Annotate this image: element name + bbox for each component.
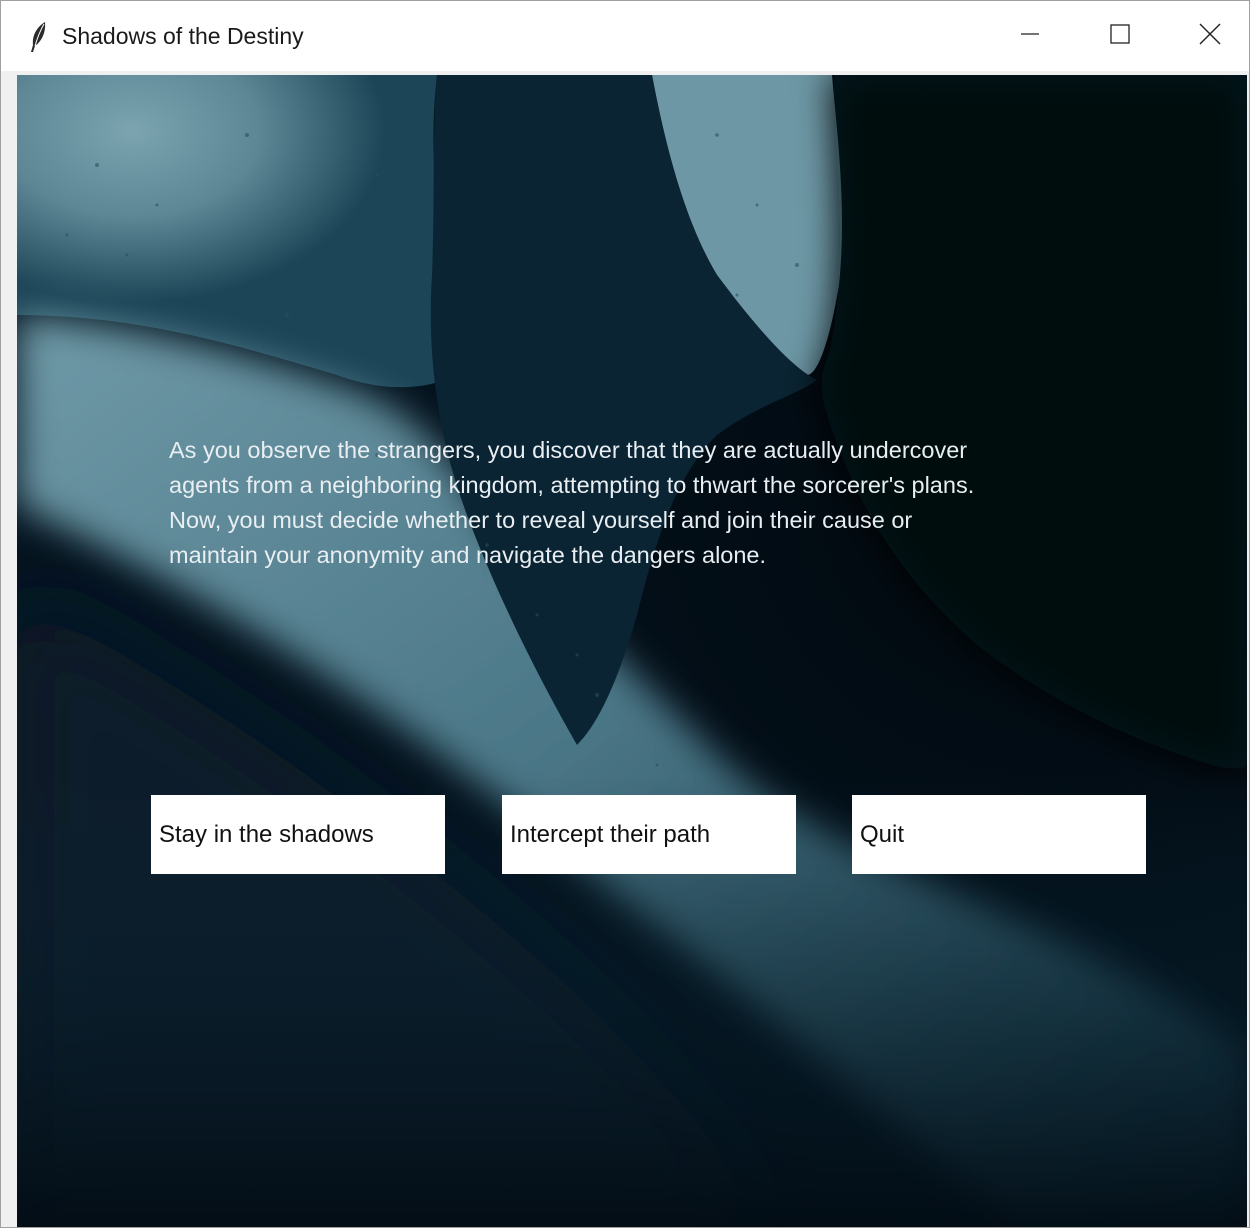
game-window: Shadows of the Destiny As you observe th…: [0, 0, 1250, 1228]
title-bar[interactable]: Shadows of the Destiny: [1, 1, 1249, 71]
minimize-button[interactable]: [984, 1, 1076, 71]
cave-background-image: [17, 75, 1247, 1227]
close-icon: [1199, 23, 1221, 50]
maximize-icon: [1110, 23, 1130, 49]
minimize-icon: [1020, 24, 1040, 49]
window-title: Shadows of the Destiny: [62, 23, 304, 49]
quit-button[interactable]: Quit: [852, 795, 1146, 874]
close-button[interactable]: [1164, 1, 1250, 71]
maximize-button[interactable]: [1074, 1, 1166, 71]
choice-button-stay-in-shadows[interactable]: Stay in the shadows: [151, 795, 445, 874]
game-canvas: As you observe the strangers, you discov…: [17, 75, 1247, 1227]
story-text: As you observe the strangers, you discov…: [169, 437, 975, 568]
feather-icon: [27, 21, 51, 53]
choice-button-intercept-path[interactable]: Intercept their path: [502, 795, 796, 874]
